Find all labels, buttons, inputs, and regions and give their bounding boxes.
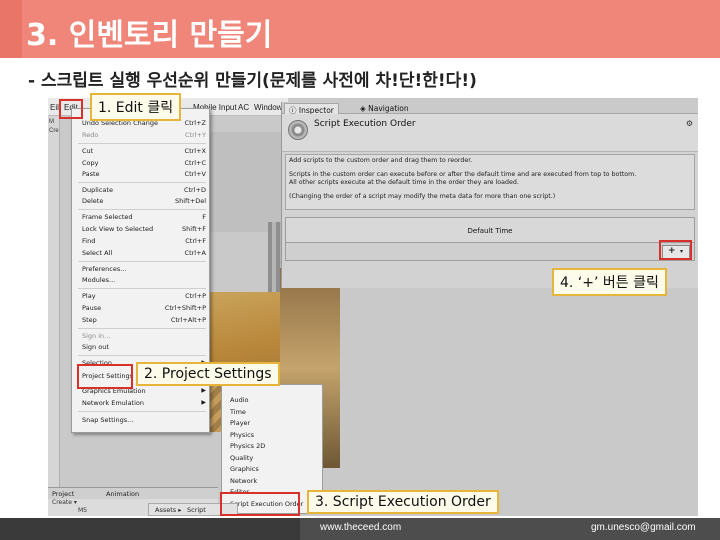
- hierarchy-strip: M Cre: [48, 116, 60, 516]
- slide: 3. 인벤토리 만들기 - 스크립트 실행 우선순위 만들기(문제를 사전에 차…: [0, 0, 720, 540]
- highlight-edit-menu: [59, 99, 83, 119]
- submenu-arrow-icon: ▶: [201, 399, 206, 406]
- menu-item-snap-settings[interactable]: Snap Settings...: [82, 416, 206, 426]
- menu-item-lock-view[interactable]: Lock View to Selected Shift+F: [82, 225, 206, 235]
- default-time-label: Default Time: [467, 227, 513, 235]
- menu-item-redo[interactable]: Redo Ctrl+Y: [82, 131, 206, 141]
- inspector-panel: ⓘ Inspector ◈ Navigation Script Executio…: [281, 102, 698, 288]
- callout-step4: 4. ‘+’ 버튼 클릭: [552, 268, 667, 296]
- callout-step3: 3. Script Execution Order: [307, 490, 499, 514]
- submenu-item-player[interactable]: Player: [230, 419, 250, 429]
- help-line: All other scripts execute at the default…: [289, 179, 519, 186]
- execution-order-list: Default Time: [285, 217, 695, 243]
- menu-item-step[interactable]: Step Ctrl+Alt+P: [82, 316, 206, 326]
- hierarchy-label: M: [49, 119, 54, 125]
- submenu-item-physics[interactable]: Physics: [230, 431, 254, 441]
- inspector-tab-bar: ⓘ Inspector ◈ Navigation: [282, 102, 698, 115]
- highlight-project-settings: [77, 364, 133, 389]
- slide-title: 3. 인벤토리 만들기: [26, 18, 273, 53]
- tab-navigation[interactable]: ◈ Navigation: [356, 103, 413, 114]
- menu-item-paste[interactable]: Paste Ctrl+V: [82, 170, 206, 180]
- inspector-header: Script Execution Order ⚙: [282, 114, 698, 152]
- folder-label[interactable]: MS: [78, 507, 87, 514]
- menu-item-frame-selected[interactable]: Frame Selected F: [82, 213, 206, 223]
- menu-divider: [78, 182, 206, 183]
- execution-order-footer: [285, 243, 695, 261]
- navigation-tab-icon: ◈: [360, 104, 369, 113]
- submenu-item-time[interactable]: Time: [230, 408, 246, 418]
- create-dropdown[interactable]: Create ▾: [52, 499, 77, 506]
- help-box: Add scripts to the custom order and drag…: [285, 154, 695, 210]
- tab-inspector[interactable]: ⓘ Inspector: [284, 103, 339, 115]
- slide-subtitle: - 스크립트 실행 우선순위 만들기(문제를 사전에 차!단!한!다!): [28, 71, 477, 91]
- menu-divider: [78, 209, 206, 210]
- title-notch: [0, 0, 22, 58]
- menu-item-find[interactable]: Find Ctrl+F: [82, 237, 206, 247]
- menu-item-network-emulation[interactable]: Network Emulation ▶: [82, 399, 206, 409]
- submenu-item-network[interactable]: Network: [230, 477, 257, 487]
- menu-divider: [78, 328, 206, 329]
- menu-divider: [78, 288, 206, 289]
- menu-ac[interactable]: AC: [238, 103, 249, 112]
- breadcrumb-script[interactable]: Script: [187, 506, 206, 514]
- callout-step2: 2. Project Settings: [136, 362, 280, 386]
- menu-item-select-all[interactable]: Select All Ctrl+A: [82, 249, 206, 259]
- footer-url: www.theceed.com: [320, 522, 402, 533]
- menu-item-cut[interactable]: Cut Ctrl+X: [82, 147, 206, 157]
- hierarchy-create-label[interactable]: Cre: [49, 128, 59, 134]
- submenu-item-physics-2d[interactable]: Physics 2D: [230, 442, 265, 452]
- menu-item-delete[interactable]: Delete Shift+Del: [82, 197, 206, 207]
- menu-item-duplicate[interactable]: Duplicate Ctrl+D: [82, 186, 206, 196]
- submenu-item-audio[interactable]: Audio: [230, 396, 248, 406]
- menu-item-modules[interactable]: Modules...: [82, 276, 206, 286]
- menu-item-copy[interactable]: Copy Ctrl+C: [82, 159, 206, 169]
- tab-project[interactable]: Project: [52, 490, 74, 498]
- footer-left-block: [0, 518, 300, 540]
- submenu-arrow-icon: ▶: [201, 387, 206, 394]
- menu-divider: [78, 261, 206, 262]
- menu-window[interactable]: Window: [254, 103, 282, 112]
- footer-email: gm.unesco@gmail.com: [591, 522, 696, 533]
- help-line: Add scripts to the custom order and drag…: [289, 157, 473, 164]
- highlight-script-execution-order: [220, 492, 300, 516]
- highlight-plus-button: [659, 240, 692, 260]
- bottom-panel-tabs: Project Animation: [48, 487, 218, 499]
- menu-divider: [78, 411, 206, 412]
- tab-animation[interactable]: Animation: [106, 490, 139, 498]
- submenu-item-graphics[interactable]: Graphics: [230, 465, 259, 475]
- menu-item-sign-out[interactable]: Sign out: [82, 343, 206, 353]
- submenu-item-quality[interactable]: Quality: [230, 454, 253, 464]
- breadcrumb-assets[interactable]: Assets ▸: [155, 506, 181, 514]
- callout-step1: 1. Edit 클릭: [90, 93, 182, 121]
- menu-item-preferences[interactable]: Preferences...: [82, 265, 206, 275]
- menu-item-pause[interactable]: Pause Ctrl+Shift+P: [82, 304, 206, 314]
- menu-file[interactable]: Eil: [50, 103, 59, 112]
- menu-item-sign-in[interactable]: Sign in...: [82, 332, 206, 342]
- help-line: (Changing the order of a script may modi…: [289, 193, 556, 200]
- inspector-title: Script Execution Order: [314, 119, 416, 129]
- settings-gear-icon: [288, 120, 308, 140]
- menu-item-play[interactable]: Play Ctrl+P: [82, 292, 206, 302]
- menu-divider: [78, 143, 206, 144]
- menu-divider: [78, 355, 206, 356]
- unity-editor-screenshot: Eil Edit Mobile Input AC Window M Cre Un…: [48, 98, 698, 516]
- component-settings-icon[interactable]: ⚙: [686, 119, 693, 128]
- help-line: Scripts in the custom order can execute …: [289, 171, 637, 178]
